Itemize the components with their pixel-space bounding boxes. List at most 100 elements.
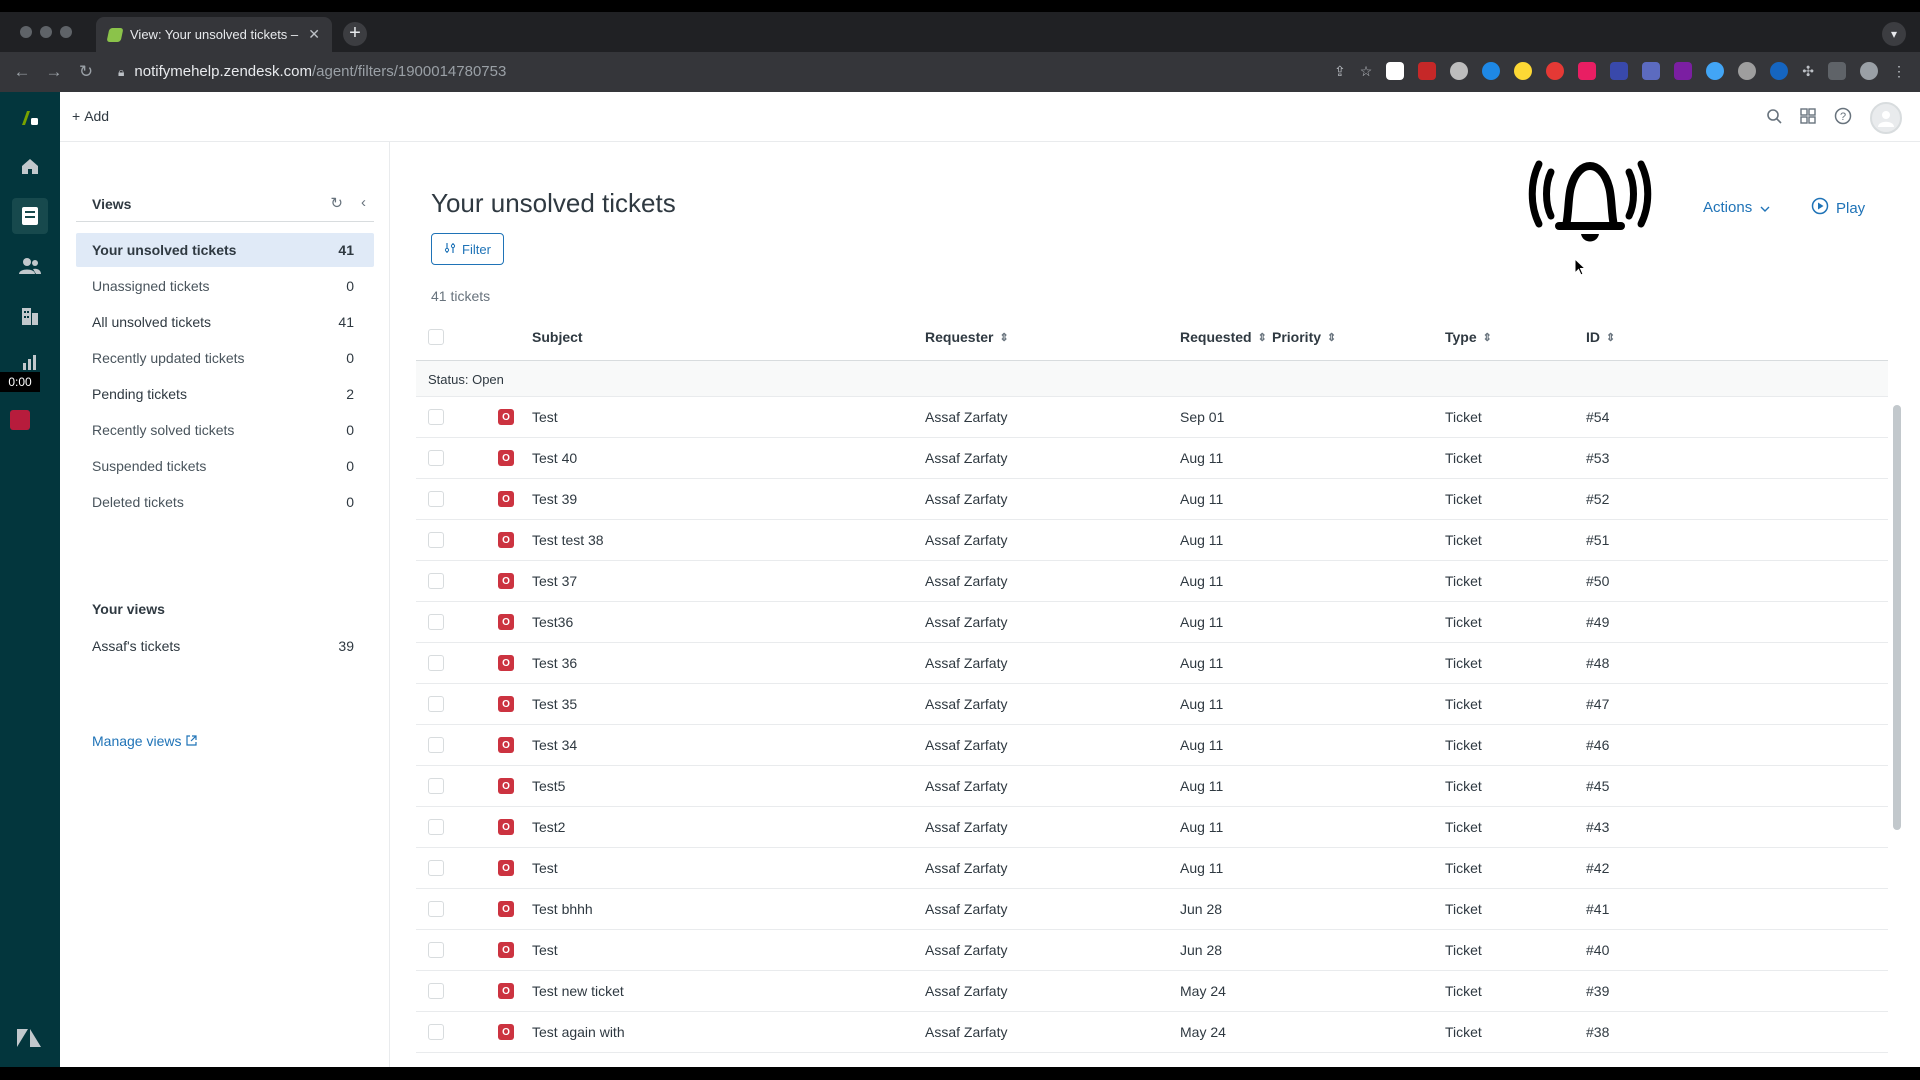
user-avatar[interactable] [1870, 102, 1902, 134]
table-row[interactable]: O Test test 38 Assaf Zarfaty Aug 11 Ticket #5… [416, 520, 1888, 561]
close-window-button[interactable] [20, 26, 32, 38]
row-checkbox[interactable] [428, 1024, 444, 1040]
ticket-subject[interactable]: Test 37 [532, 573, 577, 589]
view-item-all-unsolved[interactable]: All unsolved tickets 41 [76, 305, 374, 339]
table-row[interactable]: O Test Assaf Zarfaty Aug 11 Ticket #42 [416, 848, 1888, 889]
row-checkbox[interactable] [428, 983, 444, 999]
browser-tab[interactable]: View: Your unsolved tickets – r ✕ [96, 17, 332, 52]
column-priority[interactable]: Priority ⇕ [1272, 329, 1336, 345]
view-item-recently-solved[interactable]: Recently solved tickets 0 [76, 413, 374, 447]
ticket-subject[interactable]: Test bhhh [532, 901, 593, 917]
ticket-requester[interactable]: Assaf Zarfaty [925, 491, 1007, 507]
back-arrow-icon[interactable]: ← [6, 62, 38, 82]
browser-menu-icon[interactable]: ⋮ [1892, 62, 1906, 80]
row-checkbox[interactable] [428, 819, 444, 835]
row-checkbox[interactable] [428, 491, 444, 507]
collapse-chevron-left-icon[interactable]: ‹ [361, 194, 366, 212]
ticket-requester[interactable]: Assaf Zarfaty [925, 532, 1007, 548]
ticket-requester[interactable]: Assaf Zarfaty [925, 819, 1007, 835]
support-logo-icon[interactable] [12, 100, 48, 136]
extension-purple-icon[interactable] [1674, 62, 1693, 80]
ticket-subject[interactable]: Test5 [532, 778, 565, 794]
extension-cloud-icon[interactable] [1738, 62, 1757, 80]
row-checkbox[interactable] [428, 409, 444, 425]
ticket-requester[interactable]: Assaf Zarfaty [925, 860, 1007, 876]
row-checkbox[interactable] [428, 737, 444, 753]
row-checkbox[interactable] [428, 614, 444, 630]
ticket-subject[interactable]: Test [532, 860, 558, 876]
extension-gray-icon[interactable] [1450, 62, 1469, 80]
ticket-requester[interactable]: Assaf Zarfaty [925, 942, 1007, 958]
row-checkbox[interactable] [428, 901, 444, 917]
ticket-subject[interactable]: Test 40 [532, 450, 577, 466]
table-row[interactable]: O Test again with Assaf Zarfaty May 24 Ticke… [416, 1012, 1888, 1053]
ticket-subject[interactable]: Test 39 [532, 491, 577, 507]
refresh-icon[interactable]: ↻ [330, 194, 343, 212]
products-grid-icon[interactable] [1800, 107, 1816, 129]
view-item-assafs-tickets[interactable]: Assaf's tickets 39 [76, 629, 374, 663]
search-icon[interactable] [1766, 108, 1782, 129]
ticket-requester[interactable]: Assaf Zarfaty [925, 901, 1007, 917]
home-icon[interactable] [12, 148, 48, 184]
extension-yellow-icon[interactable] [1514, 62, 1533, 80]
column-id[interactable]: ID ⇕ [1586, 329, 1615, 345]
manage-views-link[interactable]: Manage views [92, 733, 197, 749]
new-tab-button[interactable]: + [343, 22, 367, 46]
view-item-recently-updated[interactable]: Recently updated tickets 0 [76, 341, 374, 375]
ticket-subject[interactable]: Test [532, 942, 558, 958]
view-item-suspended[interactable]: Suspended tickets 0 [76, 449, 374, 483]
ticket-requester[interactable]: Assaf Zarfaty [925, 409, 1007, 425]
play-button[interactable]: Play [1811, 197, 1865, 219]
extension-light-blue-icon[interactable] [1706, 62, 1725, 80]
ticket-subject[interactable]: Test 35 [532, 696, 577, 712]
extension-pink-icon[interactable] [1578, 62, 1597, 80]
table-row[interactable]: O Test Assaf Zarfaty Jun 28 Ticket #40 [416, 930, 1888, 971]
extension-indigo-icon[interactable] [1610, 62, 1629, 80]
table-row[interactable]: O Test 34 Assaf Zarfaty Aug 11 Ticket #46 [416, 725, 1888, 766]
row-checkbox[interactable] [428, 942, 444, 958]
filter-button[interactable]: Filter [431, 233, 504, 265]
table-row[interactable]: O Test 39 Assaf Zarfaty Aug 11 Ticket #52 [416, 479, 1888, 520]
ticket-requester[interactable]: Assaf Zarfaty [925, 573, 1007, 589]
column-type[interactable]: Type ⇕ [1445, 329, 1492, 345]
zendesk-logo-icon[interactable] [16, 1028, 42, 1053]
record-stop-button[interactable] [10, 410, 30, 430]
actions-dropdown[interactable]: Actions [1703, 199, 1770, 216]
ticket-requester[interactable]: Assaf Zarfaty [925, 696, 1007, 712]
row-checkbox[interactable] [428, 532, 444, 548]
ticket-requester[interactable]: Assaf Zarfaty [925, 450, 1007, 466]
ticket-requester[interactable]: Assaf Zarfaty [925, 655, 1007, 671]
ticket-subject[interactable]: Test new ticket [532, 983, 624, 999]
ticket-requester[interactable]: Assaf Zarfaty [925, 1024, 1007, 1040]
select-all-checkbox[interactable] [428, 329, 444, 345]
ticket-subject[interactable]: Test2 [532, 819, 565, 835]
views-icon[interactable] [12, 198, 48, 234]
table-row[interactable]: O Test5 Assaf Zarfaty Aug 11 Ticket #45 [416, 766, 1888, 807]
row-checkbox[interactable] [428, 778, 444, 794]
add-button[interactable]: + Add [72, 108, 109, 124]
side-panel-icon[interactable] [1828, 62, 1846, 80]
ticket-requester[interactable]: Assaf Zarfaty [925, 983, 1007, 999]
bookmark-star-icon[interactable]: ☆ [1360, 62, 1373, 80]
row-checkbox[interactable] [428, 696, 444, 712]
organizations-icon[interactable] [12, 298, 48, 334]
address-bar[interactable]: 🔒︎ notifymehelp.zendesk.com/agent/filter… [118, 58, 1248, 86]
ticket-subject[interactable]: Test36 [532, 614, 573, 630]
help-icon[interactable]: ? [1834, 107, 1852, 130]
ticket-requester[interactable]: Assaf Zarfaty [925, 778, 1007, 794]
share-icon[interactable]: ⇪ [1334, 62, 1346, 80]
extension-red-circle-icon[interactable] [1546, 62, 1565, 80]
view-item-deleted[interactable]: Deleted tickets 0 [76, 485, 374, 519]
extension-pen-icon[interactable] [1386, 62, 1405, 80]
profile-avatar-icon[interactable] [1860, 62, 1878, 80]
view-item-your-unsolved[interactable]: Your unsolved tickets 41 [76, 233, 374, 267]
table-scrollbar[interactable] [1893, 405, 1901, 830]
row-checkbox[interactable] [428, 860, 444, 876]
table-row[interactable]: O Test36 Assaf Zarfaty Aug 11 Ticket #49 [416, 602, 1888, 643]
ticket-subject[interactable]: Test 36 [532, 655, 577, 671]
maximize-window-button[interactable] [60, 26, 72, 38]
extension-globe-icon[interactable] [1770, 62, 1789, 80]
extension-blue-icon[interactable] [1482, 62, 1501, 80]
forward-arrow-icon[interactable]: → [38, 62, 70, 82]
view-item-unassigned[interactable]: Unassigned tickets 0 [76, 269, 374, 303]
